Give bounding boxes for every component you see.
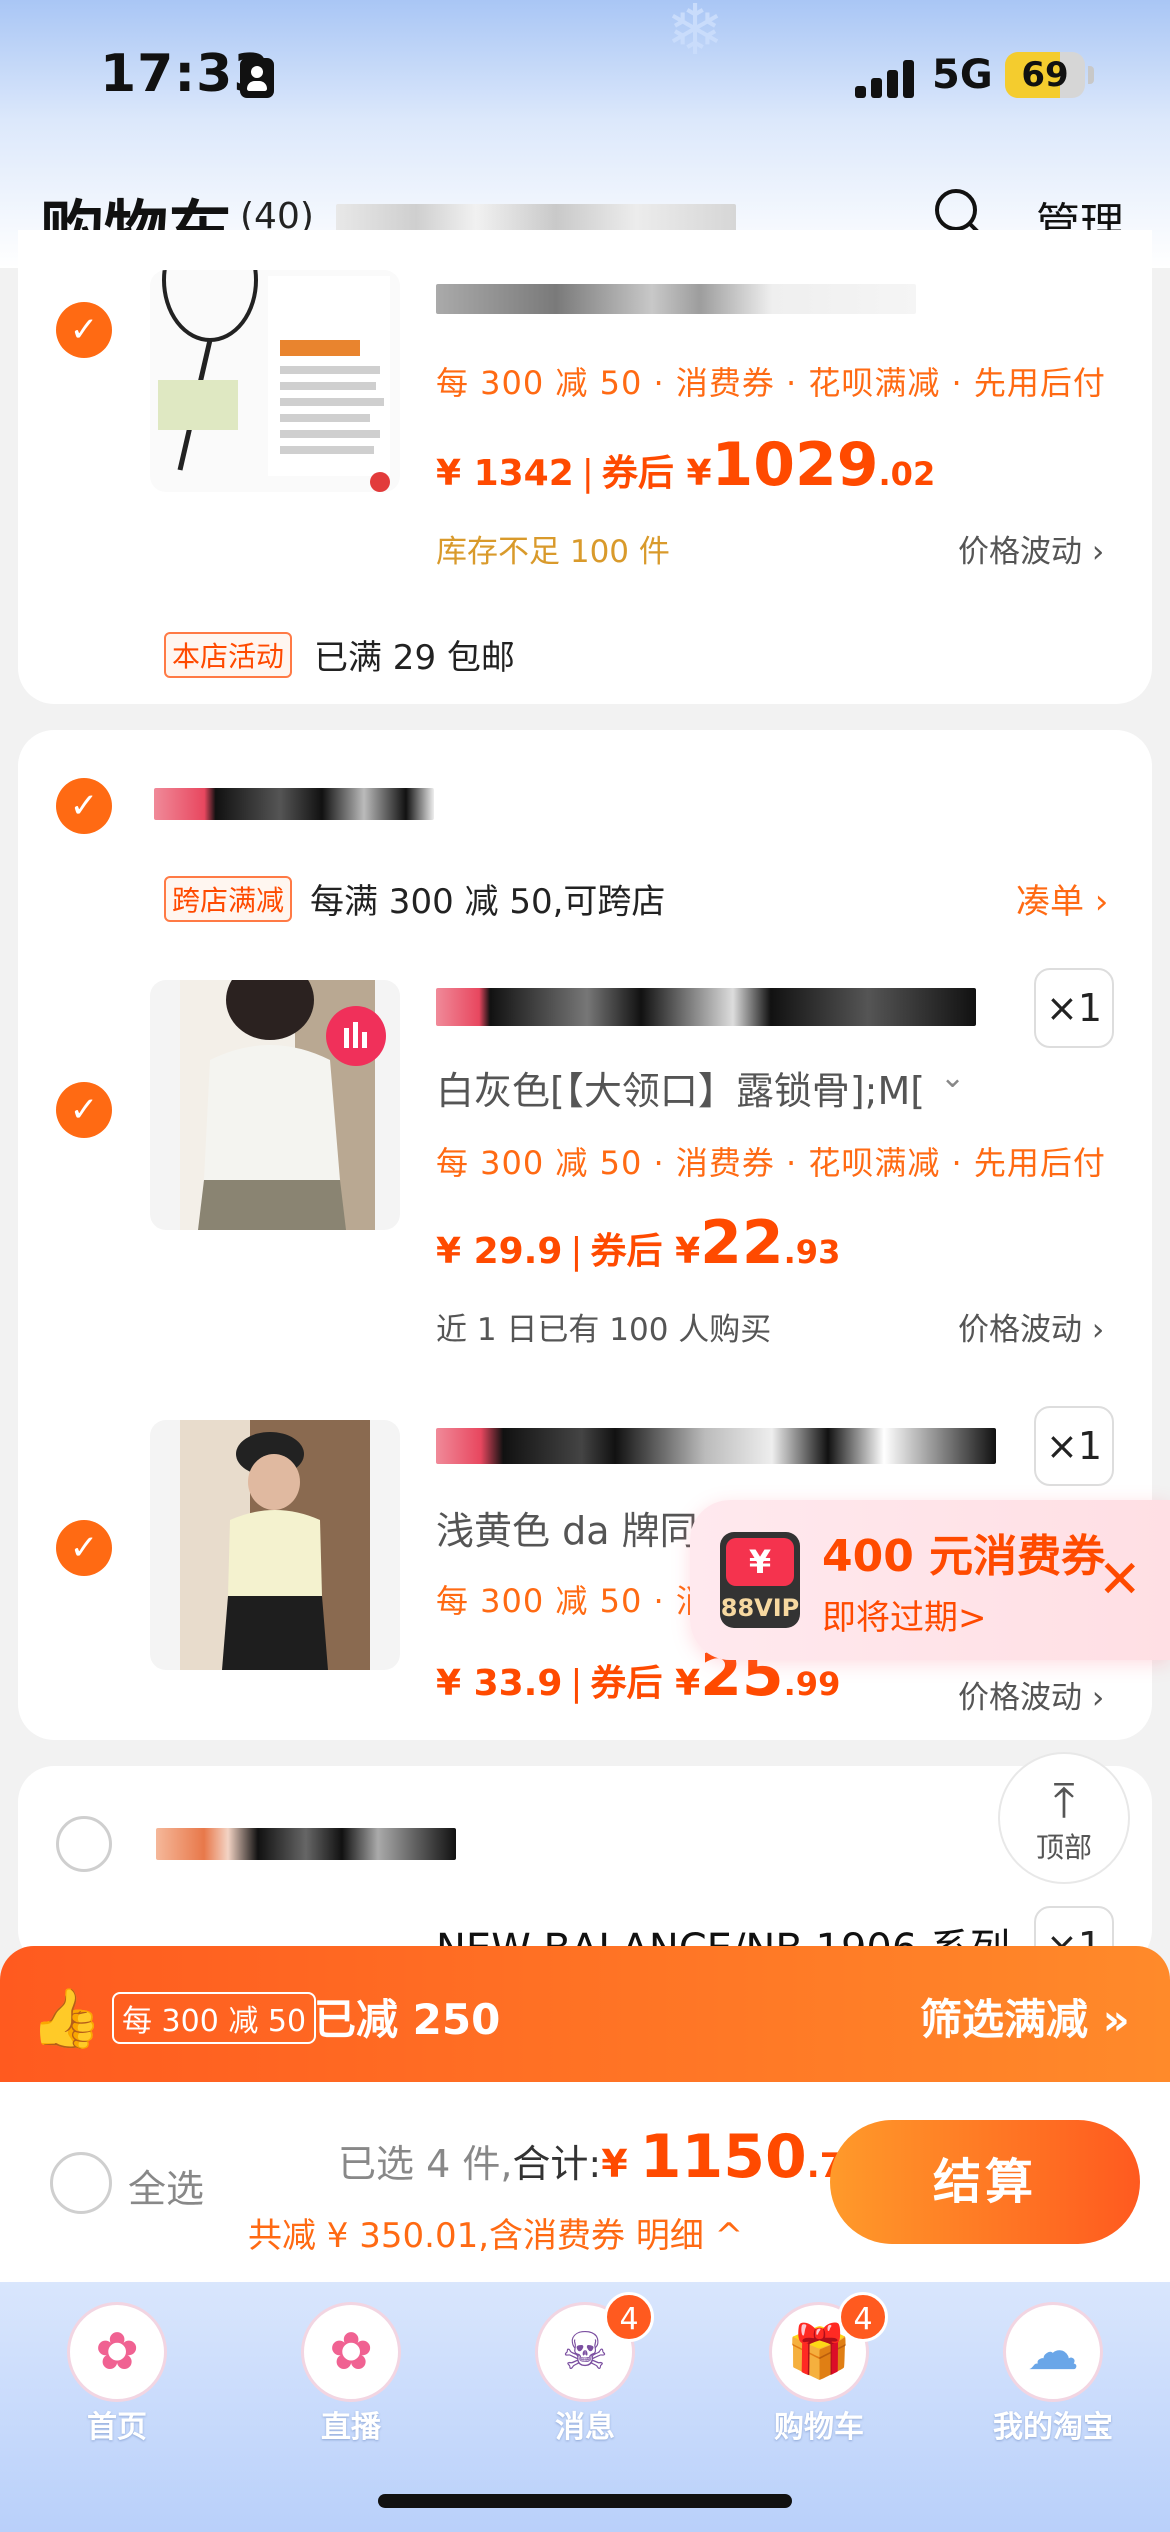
item-checkbox[interactable]: ✓: [56, 1082, 112, 1138]
checkout-button[interactable]: 结算: [830, 2120, 1140, 2244]
after-coupon-decimal: .93: [783, 1233, 841, 1271]
promo-line: 每 300 减 50 · 消费券 · 花呗满减 · 先用后付: [436, 364, 1106, 402]
discount-saved: 已减 250: [314, 1995, 501, 2044]
redacted-store-name: [156, 1828, 456, 1860]
coupon-expiry-link[interactable]: 即将过期>: [822, 1590, 987, 1639]
after-coupon-label: 券后 ¥: [601, 453, 712, 494]
product-image[interactable]: [150, 1420, 400, 1670]
battery-icon: 69: [1005, 52, 1085, 98]
after-coupon-price: 1029: [711, 430, 879, 500]
vip-label: 88VIP: [720, 1594, 800, 1622]
tab-home[interactable]: ✿ 首页: [0, 2282, 234, 2532]
cart-badge: 4: [838, 2292, 888, 2342]
coupon-amount: 400 元消费券: [822, 1531, 1106, 1582]
store-activity-tag: 本店活动: [164, 632, 293, 678]
redacted-title: [436, 988, 976, 1026]
back-to-top-label: 顶部: [1035, 1831, 1092, 1864]
signal-icon: [855, 60, 915, 98]
original-price: ¥ 1342: [436, 453, 574, 494]
promo-line: 每 300 减 50 · 消费券 · 花呗满减 · 先用后付: [436, 1144, 1106, 1182]
store-card: ✓ 每 300 减 50 · 消费券 · 花呗满减 · 先用后付 ¥ 1342 |…: [18, 230, 1152, 704]
back-to-top-button[interactable]: ⤒ 顶部: [998, 1752, 1130, 1884]
redacted-title: [436, 284, 916, 314]
arrow-up-icon: ⤒: [1053, 1773, 1075, 1829]
store-card: ✓ NEW BALANCE/NB 1906 系列 ×1: [18, 1766, 1152, 1986]
selected-count: 已选 4 件,: [338, 2142, 513, 2186]
product-image[interactable]: [150, 270, 400, 492]
cross-store-text: 每满 300 减 50,可跨店: [310, 882, 666, 922]
after-coupon-decimal: .02: [878, 455, 936, 493]
select-all-checkbox[interactable]: [50, 2152, 112, 2214]
savings-detail-link[interactable]: 共减 ¥ 350.01,含消费券 明细 ^: [248, 2208, 743, 2257]
coupon-popup[interactable]: ¥ 88VIP 400 元消费券 即将过期> ✕: [690, 1500, 1170, 1660]
hello-kitty-icon: ✿: [301, 2302, 401, 2402]
price-row: ¥ 1342 | 券后 ¥1029.02: [436, 430, 936, 500]
quantity-box[interactable]: ×1: [1034, 968, 1114, 1048]
tab-label: 购物车: [774, 2410, 864, 2445]
item-checkbox[interactable]: ✓: [56, 1520, 112, 1576]
total-currency: ¥: [601, 2142, 628, 2186]
add-on-order-link[interactable]: 凑单 ›: [1016, 874, 1108, 923]
redacted-title: [436, 1428, 996, 1464]
total-amount: 1150: [639, 2122, 807, 2192]
tab-label: 我的淘宝: [993, 2410, 1113, 2445]
after-coupon-label: 券后 ¥: [590, 1231, 701, 1272]
stock-warning: 库存不足 100 件: [436, 534, 670, 570]
discount-tag: 每 300 减 50: [112, 1992, 317, 2044]
chevron-down-icon[interactable]: ⌄: [940, 1060, 965, 1095]
price-fluctuation-link[interactable]: 价格波动 ›: [958, 526, 1104, 571]
after-coupon-price: 22: [700, 1208, 784, 1278]
cinnamoroll-icon: ☁: [1003, 2302, 1103, 2402]
after-coupon-decimal: .99: [783, 1665, 841, 1703]
item-checkbox[interactable]: ✓: [56, 302, 112, 358]
price-fluctuation-link[interactable]: 价格波动 ›: [958, 1304, 1104, 1349]
contact-card-icon: [240, 58, 274, 98]
tab-label: 首页: [87, 2410, 147, 2445]
yuan-symbol: ¥: [726, 1538, 794, 1586]
battery-tip: [1088, 66, 1094, 84]
select-all-label[interactable]: 全选: [128, 2158, 204, 2213]
price-row: ¥ 29.9 | 券后 ¥22.93: [436, 1208, 841, 1278]
checkout-bar: 全选 已选 4 件,合计:¥ 1150.79 共减 ¥ 350.01,含消费券 …: [0, 2082, 1170, 2282]
price-fluctuation-link[interactable]: 价格波动 ›: [958, 1672, 1104, 1717]
original-price: ¥ 33.9: [436, 1663, 563, 1704]
product-image[interactable]: [150, 980, 400, 1230]
unread-badge: 4: [604, 2292, 654, 2342]
tab-label: 直播: [321, 2410, 381, 2445]
total-line: 已选 4 件,合计:¥ 1150.79: [338, 2122, 867, 2192]
thumbs-up-icon: 👍: [30, 1984, 103, 2052]
store-checkbox[interactable]: ✓: [56, 1816, 112, 1872]
sku-selector[interactable]: 白灰色[【大领口】露锁骨];M[: [436, 1060, 925, 1115]
original-price: ¥ 29.9: [436, 1231, 563, 1272]
close-icon[interactable]: ✕: [1098, 1550, 1142, 1610]
home-indicator: [378, 2494, 792, 2508]
redacted-store-name: [154, 788, 434, 820]
discount-bar: 👍 每 300 减 50 已减 250 筛选满减 »: [0, 1946, 1170, 2082]
battery-percent: 69: [1021, 55, 1069, 95]
network-label: 5G: [932, 52, 993, 98]
store-checkbox[interactable]: ✓: [56, 778, 112, 834]
sales-note: 近 1 日已有 100 人购买: [436, 1312, 772, 1348]
snowflake-icon: ❄: [665, 0, 725, 71]
tab-my-taobao[interactable]: ☁ 我的淘宝: [936, 2282, 1170, 2532]
filter-discount-button[interactable]: 筛选满减 »: [920, 1986, 1130, 2047]
after-coupon-label: 券后 ¥: [590, 1663, 701, 1704]
hello-kitty-icon: ✿: [67, 2302, 167, 2402]
cross-store-tag: 跨店满减: [164, 876, 293, 922]
store-activity-text: 已满 29 包邮: [314, 638, 515, 678]
vip-coupon-icon: ¥ 88VIP: [720, 1532, 800, 1628]
quantity-box[interactable]: ×1: [1034, 1406, 1114, 1486]
tab-label: 消息: [555, 2410, 615, 2445]
total-label: 合计:: [512, 2142, 602, 2186]
